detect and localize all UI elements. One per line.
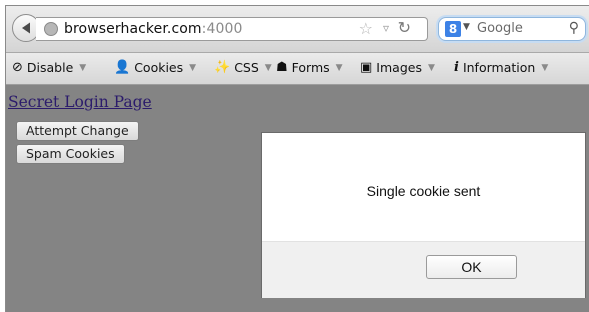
browser-window: browserhacker.com:4000 ☆ ▿ ↻ 8 ▼ Google … xyxy=(5,5,589,312)
globe-icon xyxy=(44,22,58,36)
disable-menu[interactable]: ⊘ Disable ▼ xyxy=(12,60,86,75)
search-icon[interactable]: ⚲ xyxy=(569,20,579,36)
secret-login-link[interactable]: Secret Login Page xyxy=(8,93,152,111)
forms-menu[interactable]: ☗ Forms ▼ xyxy=(276,60,343,75)
alert-footer: OK xyxy=(262,241,585,298)
person-icon: 👤 xyxy=(114,60,131,75)
chevron-down-icon: ▼ xyxy=(335,62,343,73)
attempt-change-button[interactable]: Attempt Change xyxy=(16,121,139,141)
back-arrow-icon xyxy=(22,22,30,34)
chevron-down-icon: ▼ xyxy=(427,62,435,73)
page-content: Secret Login Page Attempt Change Spam Co… xyxy=(6,85,589,312)
chevron-down-icon: ▼ xyxy=(264,62,272,73)
bookmark-star-icon[interactable]: ☆ xyxy=(359,19,373,38)
css-label: CSS xyxy=(234,60,259,75)
information-label: Information xyxy=(462,60,536,75)
google-engine-icon[interactable]: 8 xyxy=(445,21,461,37)
wand-icon: ✨ xyxy=(214,60,231,75)
url-host: browserhacker.com xyxy=(64,21,202,37)
images-label: Images xyxy=(376,60,422,75)
alert-message: Single cookie sent xyxy=(366,183,481,199)
search-bar[interactable]: 8 ▼ Google ⚲ xyxy=(438,17,586,41)
chevron-down-icon: ▼ xyxy=(79,62,87,73)
url-bar[interactable]: browserhacker.com:4000 ☆ ▿ ↻ xyxy=(36,17,428,41)
engine-dropdown-icon[interactable]: ▼ xyxy=(463,22,470,32)
history-dropdown-icon[interactable]: ▿ xyxy=(383,21,389,35)
no-entry-icon: ⊘ xyxy=(12,60,23,75)
alert-dialog: Single cookie sent OK xyxy=(261,132,586,298)
image-icon: ▣ xyxy=(360,60,373,75)
form-icon: ☗ xyxy=(276,60,288,75)
cookies-label: Cookies xyxy=(134,60,184,75)
reload-icon[interactable]: ↻ xyxy=(398,18,411,37)
navigation-toolbar: browserhacker.com:4000 ☆ ▿ ↻ 8 ▼ Google … xyxy=(6,6,589,53)
web-developer-toolbar: ⊘ Disable ▼ 👤 Cookies ▼ ✨ CSS ▼ ☗ Forms … xyxy=(6,53,589,85)
chevron-down-icon: ▼ xyxy=(541,62,549,73)
forms-label: Forms xyxy=(291,60,330,75)
url-text: browserhacker.com:4000 xyxy=(64,21,243,37)
url-port: :4000 xyxy=(201,21,243,37)
information-menu[interactable]: i Information ▼ xyxy=(454,60,548,75)
spam-cookies-button[interactable]: Spam Cookies xyxy=(16,144,125,164)
cookies-menu[interactable]: 👤 Cookies ▼ xyxy=(114,60,196,75)
images-menu[interactable]: ▣ Images ▼ xyxy=(360,60,435,75)
css-menu[interactable]: ✨ CSS ▼ xyxy=(214,60,272,75)
ok-button[interactable]: OK xyxy=(426,255,517,279)
search-placeholder: Google xyxy=(477,21,523,36)
info-icon: i xyxy=(454,60,459,75)
chevron-down-icon: ▼ xyxy=(189,62,197,73)
disable-label: Disable xyxy=(26,60,74,75)
